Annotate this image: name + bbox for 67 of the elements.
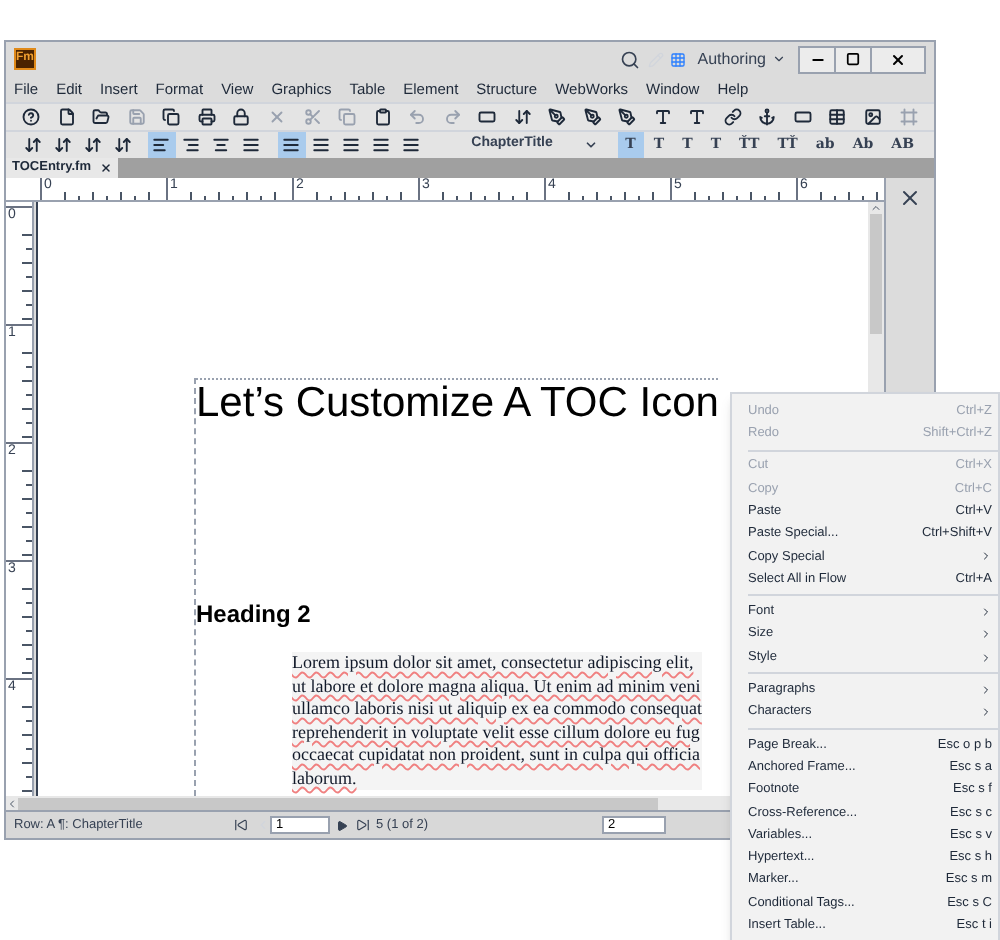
- line-spacing-icon: [372, 136, 391, 154]
- document-title: Let’s Customize A TOC Icon: [196, 378, 719, 424]
- line-spacing-icon: [282, 136, 301, 154]
- help-icon: [22, 108, 41, 126]
- caret-icon: [584, 138, 599, 152]
- scroll-up-icon: [870, 202, 882, 214]
- body-text-line: Lorem ipsum dolor sit amet, consectetur adipiscing elit,: [292, 652, 696, 675]
- pen-icon: [618, 108, 637, 126]
- document-heading: Heading 2: [196, 598, 311, 632]
- spacing-icon: [23, 136, 41, 154]
- search-icon[interactable]: [619, 49, 640, 69]
- table-icon: [828, 108, 847, 126]
- workspace-dropdown[interactable]: Authoring: [697, 47, 786, 71]
- align-right-icon: [182, 136, 201, 154]
- image-button[interactable]: [859, 104, 887, 130]
- align-left-button[interactable]: [147, 132, 176, 158]
- maximize-icon: [846, 52, 860, 66]
- last-page-icon[interactable]: [356, 818, 370, 832]
- align-justify-icon: [242, 136, 261, 154]
- rectangle-icon: [478, 108, 497, 126]
- close-icon: [267, 108, 286, 126]
- body-text-line: reprehenderit in voluptate velit esse cillum dolore eu fug: [292, 721, 702, 744]
- clipboard-icon: [373, 108, 392, 126]
- cut-icon: [303, 108, 322, 126]
- line-spacing-icon: [312, 136, 331, 154]
- frame-icon: [899, 108, 918, 126]
- print-icon: [197, 108, 216, 126]
- line-spacing-icon: [342, 136, 361, 154]
- text-icon: [688, 108, 707, 126]
- link-button[interactable]: [719, 104, 747, 130]
- spacing-icon: [53, 136, 72, 154]
- arrows-icon: [513, 108, 532, 126]
- body-text-line: ut labore et dolore magna aliqua. Ut enim ad minim veni: [292, 675, 702, 698]
- next-page-icon[interactable]: [336, 819, 348, 831]
- line-spacing-button[interactable]: [277, 132, 306, 158]
- align-center-icon: [212, 136, 231, 154]
- first-page-icon[interactable]: [234, 818, 248, 832]
- body-text-line: occaecat cupidatat non proident, sunt in culpa qui officia: [292, 744, 702, 767]
- pen-icon: [583, 108, 602, 126]
- scroll-left-icon: [6, 797, 18, 809]
- spacing-icon: [113, 136, 132, 154]
- save-icon: [127, 108, 146, 126]
- redo-icon: [443, 108, 462, 126]
- image-icon: [864, 108, 883, 126]
- align-left-icon: [152, 136, 171, 154]
- rectangle-icon: [793, 108, 812, 126]
- line-spacing-icon: [402, 136, 421, 154]
- document-icon: [57, 108, 76, 126]
- caret-icon: [772, 52, 786, 66]
- body-text-line: laborum.: [292, 767, 359, 790]
- close-icon: [99, 162, 111, 174]
- pen-button[interactable]: [579, 104, 607, 130]
- copy-icon: [162, 108, 181, 126]
- pen-icon: [548, 108, 567, 126]
- close-icon: [890, 51, 906, 67]
- print-button[interactable]: [193, 104, 221, 130]
- spacing-icon: [83, 136, 102, 154]
- grid-icon[interactable]: [669, 51, 686, 67]
- folder-icon: [92, 108, 111, 126]
- text-icon: [653, 108, 672, 126]
- undo-icon: [408, 108, 427, 126]
- anchor-icon: [758, 108, 777, 126]
- copy-icon: [338, 108, 357, 126]
- body-text-line: ullamco laboris nisi ut aliquip ex ea commodo consequat: [292, 698, 702, 721]
- lock-icon: [232, 108, 251, 126]
- link-icon: [723, 108, 742, 126]
- pen-button[interactable]: [543, 104, 571, 130]
